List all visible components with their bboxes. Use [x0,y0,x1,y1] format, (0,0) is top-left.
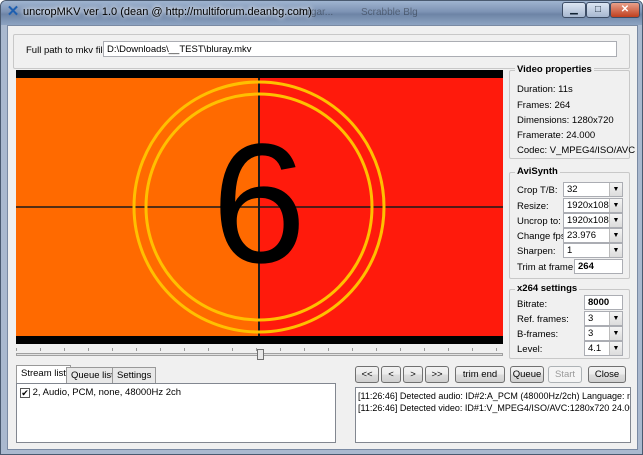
uncrop-select-value: 1920x1080 [567,215,615,226]
stream-label: 2, Audio, PCM, none, 48000Hz 2ch [32,387,182,398]
tab-settings[interactable]: Settings [112,367,157,383]
resize-select[interactable]: 1920x1080 ▼ [563,198,623,213]
stream-list: ✔ 2, Audio, PCM, none, 48000Hz 2ch [16,383,336,443]
video-properties-title: Video properties [515,64,594,75]
path-input[interactable]: D:\Downloads\__TEST\bluray.mkv [103,41,617,57]
change-fps-select[interactable]: 23.976 ▼ [563,228,623,243]
client-area: Full path to mkv file: D:\Downloads\__TE… [7,25,638,450]
log-line: [11:26:46] Detected audio: ID#2:A_PCM (4… [358,391,631,401]
background-window-title: Scrabble Blg [361,7,418,18]
last-frame-button[interactable]: >> [425,366,449,383]
app-icon: ✕ [6,3,20,20]
background-window-title: Jorgar... [297,7,334,18]
chevron-down-icon: ▼ [609,214,622,227]
chevron-down-icon: ▼ [609,342,622,355]
prev-frame-button[interactable]: < [381,366,401,383]
avisynth-title: AviSynth [515,166,560,177]
uncrop-select[interactable]: 1920x1080 ▼ [563,213,623,228]
resize-select-value: 1920x1080 [567,200,615,211]
crop-label: Crop T/B: [517,185,558,196]
trim-frame-label: Trim at frame: [517,262,576,273]
chevron-down-icon: ▼ [609,244,622,257]
change-fps-select-value: 23.976 [567,230,597,241]
level-select[interactable]: 4.1 ▼ [584,341,623,356]
log-line: [11:26:46] Detected video: ID#1:V_MPEG4/… [358,403,630,413]
frames-value: Frames: 264 [517,100,571,111]
window-title: uncropMKV ver 1.0 (dean @ http://multifo… [23,6,312,18]
close-window-button[interactable]: ✕ [610,2,640,18]
ref-frames-label: Ref. frames: [517,314,569,325]
minimize-button[interactable]: ▁ [562,2,586,18]
chevron-down-icon: ▼ [609,229,622,242]
uncrop-label: Uncrop to: [517,216,561,227]
crop-select-value: 32 [567,184,578,195]
crop-select[interactable]: 32 ▼ [563,182,623,197]
next-frame-button[interactable]: > [403,366,423,383]
sharpen-select[interactable]: 1 ▼ [563,243,623,258]
seek-thumb[interactable] [257,349,264,360]
first-frame-button[interactable]: << [355,366,379,383]
b-frames-select-value: 3 [588,328,594,339]
sharpen-select-value: 1 [567,245,573,256]
b-frames-label: B-frames: [517,329,559,340]
bitrate-input[interactable]: 8000 [584,295,623,310]
b-frames-select[interactable]: 3 ▼ [584,326,623,341]
video-preview: 6 [16,70,503,344]
title-bar[interactable]: ✕ uncropMKV ver 1.0 (dean @ http://multi… [1,1,642,25]
sharpen-label: Sharpen: [517,246,556,257]
app-window: ✕ uncropMKV ver 1.0 (dean @ http://multi… [0,0,643,455]
log-box: [11:26:46] Detected audio: ID#2:A_PCM (4… [355,387,631,443]
seek-slider[interactable] [16,348,503,360]
dimensions-value: Dimensions: 1280x720 [517,115,614,126]
chevron-down-icon: ▼ [609,327,622,340]
chevron-down-icon: ▼ [609,199,622,212]
ref-frames-select-value: 3 [588,313,594,324]
chevron-down-icon: ▼ [609,312,622,325]
close-button[interactable]: Close [588,366,626,383]
change-fps-label: Change fps: [517,231,569,242]
duration-value: Duration: 11s [517,84,573,95]
countdown-digit: 6 [212,109,307,299]
stream-checkbox[interactable]: ✔ [20,388,30,398]
x264-settings-title: x264 settings [515,283,580,294]
framerate-value: Framerate: 24.000 [517,130,596,141]
chevron-down-icon: ▼ [609,183,622,196]
resize-label: Resize: [517,201,549,212]
level-select-value: 4.1 [588,343,602,354]
level-label: Level: [517,344,543,355]
tab-stream-list[interactable]: Stream list [16,365,71,384]
trim-frame-input[interactable]: 264 [574,259,623,274]
codec-value: Codec: V_MPEG4/ISO/AVC [517,145,636,156]
ref-frames-select[interactable]: 3 ▼ [584,311,623,326]
tab-queue-list[interactable]: Queue list [66,367,119,383]
path-label: Full path to mkv file: [26,45,111,56]
bitrate-label: Bitrate: [517,299,548,310]
list-item[interactable]: ✔ 2, Audio, PCM, none, 48000Hz 2ch [20,387,181,398]
maximize-button[interactable]: □ [586,2,610,18]
countdown-frame: 6 [16,78,503,336]
start-button[interactable]: Start [548,366,582,383]
trim-end-button[interactable]: trim end [455,366,505,383]
queue-button[interactable]: Queue [510,366,544,383]
